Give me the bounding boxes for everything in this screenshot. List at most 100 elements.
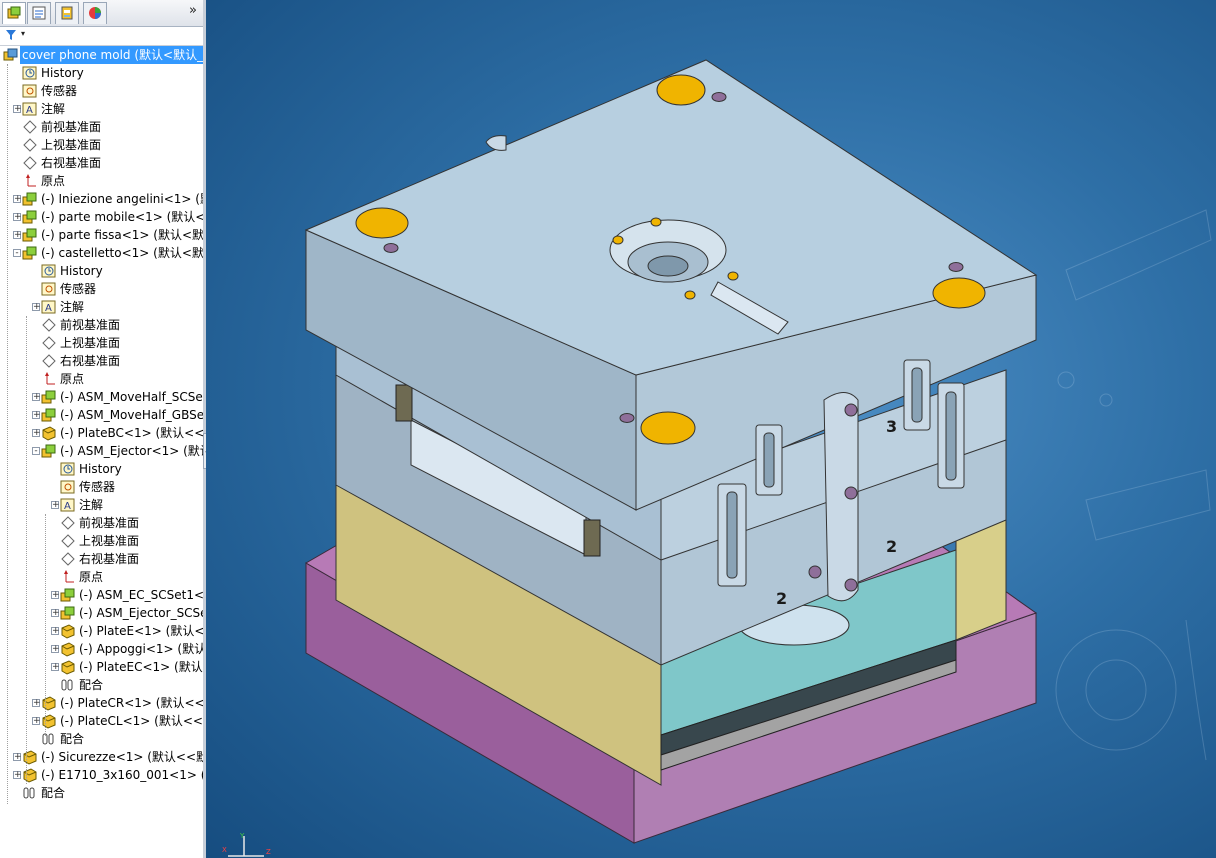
tree-item[interactable]: 前视基准面 — [0, 514, 203, 532]
tree-item[interactable]: + (-) PlateE<1> (默认<< — [0, 622, 203, 640]
expand-toggle[interactable]: + — [13, 213, 22, 222]
tree-item-label: 配合 — [41, 786, 66, 800]
tree-item[interactable]: 上视基准面 — [0, 334, 203, 352]
tree-item[interactable]: 右视基准面 — [0, 154, 203, 172]
tree-item-label: 上视基准面 — [41, 138, 102, 152]
filter-icon[interactable] — [5, 29, 17, 41]
filter-dropdown[interactable]: ▾ — [21, 29, 25, 38]
svg-text:A: A — [64, 501, 71, 512]
expand-toggle[interactable]: + — [32, 393, 41, 402]
tree-item[interactable]: 前视基准面 — [0, 316, 203, 334]
tree-item[interactable]: 传感器 — [0, 478, 203, 496]
assembly-icon — [3, 47, 19, 63]
tree-item[interactable]: 右视基准面 — [0, 550, 203, 568]
tree-item[interactable]: 传感器 — [0, 280, 203, 298]
tree-item-label: 前视基准面 — [79, 516, 140, 530]
part-number-label-1: 3 — [886, 417, 897, 436]
expand-toggle[interactable]: + — [51, 627, 60, 636]
display-manager-tab[interactable] — [83, 2, 107, 24]
tree-item[interactable]: cover phone mold (默认<默认_ — [0, 46, 203, 64]
tree-item[interactable]: + (-) Sicurezze<1> (默认<<默认 — [0, 748, 203, 766]
expand-toggle[interactable]: + — [32, 429, 41, 438]
tree-item-label: (-) ASM_MoveHalf_SCSet — [60, 390, 204, 404]
tree-item-label: 上视基准面 — [60, 336, 121, 350]
small-screw-4 — [684, 290, 696, 300]
collapse-toggle[interactable]: - — [32, 447, 40, 456]
sensor-icon — [60, 479, 76, 495]
tree-item[interactable]: + (-) Appoggi<1> (默认 — [0, 640, 203, 658]
collapse-toggle[interactable]: - — [13, 249, 21, 258]
expand-toggle[interactable]: + — [13, 753, 22, 762]
tree-item-label: 右视基准面 — [60, 354, 121, 368]
tree-item[interactable]: + A 注解 — [0, 298, 203, 316]
expand-toggle[interactable]: + — [32, 303, 41, 312]
property-manager-tab[interactable] — [27, 2, 51, 24]
part-icon — [60, 641, 76, 657]
mates-icon — [41, 731, 57, 747]
tree-item[interactable]: + (-) parte mobile<1> (默认<默 — [0, 208, 203, 226]
tree-item-label: 右视基准面 — [41, 156, 102, 170]
reference-triad-icon: X Y Z — [222, 832, 271, 857]
tree-item[interactable]: + (-) ASM_EC_SCSet1<1 — [0, 586, 203, 604]
tree-item[interactable]: + (-) parte fissa<1> (默认<默认 — [0, 226, 203, 244]
tree-item-label: History — [79, 462, 122, 476]
tree-item[interactable]: - (-) ASM_Ejector<1> (默认 — [0, 442, 203, 460]
tree-item[interactable]: 传感器 — [0, 82, 203, 100]
tree-item[interactable]: 配合 — [0, 784, 203, 802]
origin-icon — [22, 173, 38, 189]
tree-item[interactable]: + (-) ASM_MoveHalf_SCSet — [0, 388, 203, 406]
tree-item[interactable]: + A 注解 — [0, 100, 203, 118]
filter-bar: ▾ — [0, 27, 203, 46]
tree-item[interactable]: 上视基准面 — [0, 136, 203, 154]
tree-item[interactable]: + (-) PlateCL<1> (默认<<默 — [0, 712, 203, 730]
tree-item[interactable]: 配合 — [0, 730, 203, 748]
expand-toggle[interactable]: + — [13, 231, 22, 240]
tree-item[interactable]: + (-) ASM_MoveHalf_GBSet — [0, 406, 203, 424]
history-icon — [41, 263, 57, 279]
tree-item-label: History — [60, 264, 103, 278]
expand-toggle[interactable]: + — [51, 663, 60, 672]
expand-toggle[interactable]: + — [51, 591, 60, 600]
tree-item[interactable]: + (-) E1710_3x160_001<1> (默 — [0, 766, 203, 784]
expand-toggle[interactable]: + — [51, 645, 60, 654]
tree-item[interactable]: + A 注解 — [0, 496, 203, 514]
feature-tree-icon — [7, 6, 21, 19]
expand-toggle[interactable]: + — [13, 195, 22, 204]
tree-item[interactable]: 原点 — [0, 370, 203, 388]
graphics-area[interactable]: 3 2 2 — [206, 0, 1216, 858]
tree-item[interactable]: + (-) PlateEC<1> (默认< — [0, 658, 203, 676]
tree-item[interactable]: 原点 — [0, 172, 203, 190]
mold-assembly-model[interactable]: 3 2 2 — [206, 0, 1216, 858]
configuration-manager-tab[interactable] — [55, 2, 79, 24]
part-icon — [22, 749, 38, 765]
expand-toggle[interactable]: + — [13, 105, 22, 114]
annotation-icon: A — [41, 299, 57, 315]
tree-item[interactable]: 原点 — [0, 568, 203, 586]
expand-toggle[interactable]: + — [32, 411, 41, 420]
annotation-icon: A — [22, 101, 38, 117]
tree-item[interactable]: + (-) ASM_Ejector_SCSet — [0, 604, 203, 622]
tree-item-label: cover phone mold (默认<默认_ — [20, 46, 204, 64]
history-icon — [22, 65, 38, 81]
expand-toggle[interactable]: + — [51, 609, 60, 618]
tree-item[interactable]: + (-) Iniezione angelini<1> (默 — [0, 190, 203, 208]
tree-item[interactable]: 上视基准面 — [0, 532, 203, 550]
tree-item[interactable]: 配合 — [0, 676, 203, 694]
history-icon — [60, 461, 76, 477]
tree-item[interactable]: History — [0, 64, 203, 82]
expand-toggle[interactable]: + — [32, 699, 41, 708]
tree-item[interactable]: History — [0, 262, 203, 280]
expand-toggle[interactable]: + — [13, 771, 22, 780]
guide-pillar-slot-2 — [583, 519, 601, 557]
annotation-icon: A — [60, 497, 76, 513]
feature-manager-tab[interactable] — [2, 2, 26, 24]
tree-item[interactable]: History — [0, 460, 203, 478]
tree-item[interactable]: + (-) PlateCR<1> (默认<<默 — [0, 694, 203, 712]
expand-toggle[interactable]: + — [51, 501, 60, 510]
tree-item[interactable]: 右视基准面 — [0, 352, 203, 370]
tree-item[interactable]: + (-) PlateBC<1> (默认<<默 — [0, 424, 203, 442]
expand-toggle[interactable]: + — [32, 717, 41, 726]
tree-item[interactable]: - (-) castelletto<1> (默认<默认 — [0, 244, 203, 262]
tree-item[interactable]: 前视基准面 — [0, 118, 203, 136]
more-tabs-button[interactable]: » — [189, 3, 197, 18]
